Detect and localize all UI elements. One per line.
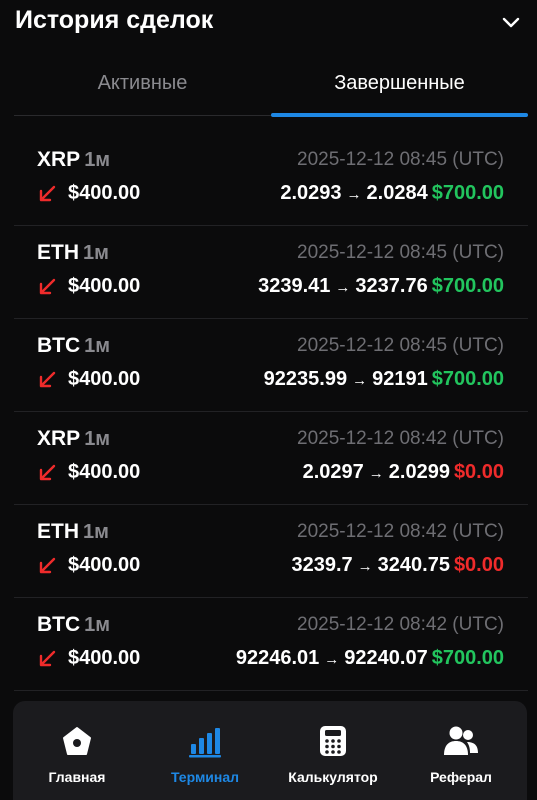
tab-completed-trades[interactable]: Завершенные <box>271 50 528 117</box>
close-price: 3237.76 <box>355 275 428 297</box>
nav-terminal-label: Терминал <box>170 769 240 785</box>
trade-prices: 3239.41 → 3237.76 $700.00 <box>258 275 504 298</box>
trade-profit: $700.00 <box>431 182 504 204</box>
nav-referral-label: Реферал <box>430 769 492 785</box>
trade-timeframe: 1м <box>83 521 109 543</box>
close-price: 92191 <box>372 368 428 390</box>
nav-terminal[interactable]: Терминал <box>141 701 269 800</box>
nav-calculator-label: Калькулятор <box>288 769 378 785</box>
trade-profit: $700.00 <box>431 275 504 297</box>
open-price: 2.0297 <box>302 461 364 483</box>
nav-calculator[interactable]: Калькулятор <box>269 701 397 800</box>
trade-date: 2025-12-12 08:45 (UTC) <box>297 149 504 170</box>
arrow-right-glyph: → <box>357 558 373 575</box>
trade-row[interactable]: XRP 1м 2025-12-12 08:45 (UTC) $400.00 2.0… <box>14 133 528 226</box>
trade-symbol: XRP 1м <box>37 148 111 171</box>
arrow-down-left-icon <box>39 464 56 481</box>
arrow-down-left-icon <box>39 278 56 295</box>
close-price: 3240.75 <box>377 554 450 576</box>
arrow-right-glyph: → <box>352 372 368 389</box>
trade-amount: $400.00 <box>68 368 141 390</box>
arrow-down-left-icon <box>39 371 56 388</box>
trade-date: 2025-12-12 08:45 (UTC) <box>297 242 504 263</box>
trade-row[interactable]: ETH 1м 2025-12-12 08:42 (UTC) $400.00 323… <box>14 505 528 598</box>
header: История сделок <box>0 0 537 44</box>
trade-timeframe: 1м <box>84 614 111 636</box>
trade-symbol: BTC 1м <box>37 613 111 636</box>
nav-home[interactable]: Главная <box>13 701 141 800</box>
page-title: История сделок <box>15 6 214 34</box>
open-price: 2.0293 <box>280 182 342 204</box>
arrow-right-glyph: → <box>368 465 384 482</box>
arrow-right-glyph: → <box>346 186 362 203</box>
close-price: 92240.07 <box>344 647 428 669</box>
trade-timeframe: 1м <box>84 428 111 450</box>
trade-amount: $400.00 <box>68 461 141 483</box>
trade-prices: 2.0293 → 2.0284 $700.00 <box>280 182 504 205</box>
close-price: 2.0284 <box>366 182 428 204</box>
trade-profit: $700.00 <box>431 647 504 669</box>
nav-referral[interactable]: Реферал <box>397 701 525 800</box>
home-icon <box>59 723 95 759</box>
trade-amount: $400.00 <box>68 554 141 576</box>
close-price: 2.0299 <box>388 461 450 483</box>
trade-symbol: XRP 1м <box>37 427 111 450</box>
arrow-down-left-icon <box>39 650 56 667</box>
bar-chart-icon <box>187 723 223 759</box>
trade-prices: 92246.01 → 92240.07 $700.00 <box>236 647 504 670</box>
open-price: 3239.7 <box>291 554 353 576</box>
nav-home-label: Главная <box>48 769 106 785</box>
trade-amount: $400.00 <box>68 182 141 204</box>
trade-row[interactable]: XRP 1м 2025-12-12 08:42 (UTC) $400.00 2.0… <box>14 412 528 505</box>
tabs: Активные Завершенные <box>14 50 528 117</box>
trade-prices: 2.0297 → 2.0299 $0.00 <box>303 461 504 484</box>
trade-prices: 3239.7 → 3240.75 $0.00 <box>291 554 504 577</box>
chevron-down-icon[interactable] <box>499 10 523 34</box>
trade-prices: 92235.99 → 92191 $700.00 <box>264 368 504 391</box>
calculator-icon <box>315 723 351 759</box>
trade-symbol: BTC 1м <box>37 334 111 357</box>
trade-date: 2025-12-12 08:42 (UTC) <box>297 521 504 542</box>
trade-symbol: ETH 1м <box>37 520 109 543</box>
trade-date: 2025-12-12 08:42 (UTC) <box>297 428 504 449</box>
open-price: 92235.99 <box>263 368 348 390</box>
arrow-right-glyph: → <box>324 651 340 668</box>
trade-date: 2025-12-12 08:42 (UTC) <box>297 614 504 635</box>
trade-profit: $700.00 <box>431 368 504 390</box>
trade-row[interactable]: BTC 1м 2025-12-12 08:45 (UTC) $400.00 922… <box>14 319 528 412</box>
arrow-right-glyph: → <box>335 279 351 296</box>
arrow-down-left-icon <box>39 185 56 202</box>
trade-symbol: ETH 1м <box>37 241 109 264</box>
trade-row[interactable]: BTC 1м 2025-12-12 08:42 (UTC) $400.00 922… <box>14 598 528 691</box>
tab-active-trades[interactable]: Активные <box>14 50 271 116</box>
trade-timeframe: 1м <box>84 149 111 171</box>
trade-date: 2025-12-12 08:45 (UTC) <box>297 335 504 356</box>
trade-timeframe: 1м <box>84 335 111 357</box>
trade-row[interactable]: ETH 1м 2025-12-12 08:45 (UTC) $400.00 323… <box>14 226 528 319</box>
trade-amount: $400.00 <box>68 647 141 669</box>
arrow-down-left-icon <box>39 557 56 574</box>
open-price: 3239.41 <box>258 275 331 297</box>
trade-amount: $400.00 <box>68 275 141 297</box>
users-icon <box>443 723 479 759</box>
trade-list: XRP 1м 2025-12-12 08:45 (UTC) $400.00 2.0… <box>14 133 528 691</box>
bottom-nav: Главная Терминал Калькулятор Реферал <box>13 701 527 800</box>
trade-profit: $0.00 <box>453 461 504 483</box>
trade-timeframe: 1м <box>83 242 109 264</box>
trade-profit: $0.00 <box>453 554 504 576</box>
open-price: 92246.01 <box>235 647 320 669</box>
